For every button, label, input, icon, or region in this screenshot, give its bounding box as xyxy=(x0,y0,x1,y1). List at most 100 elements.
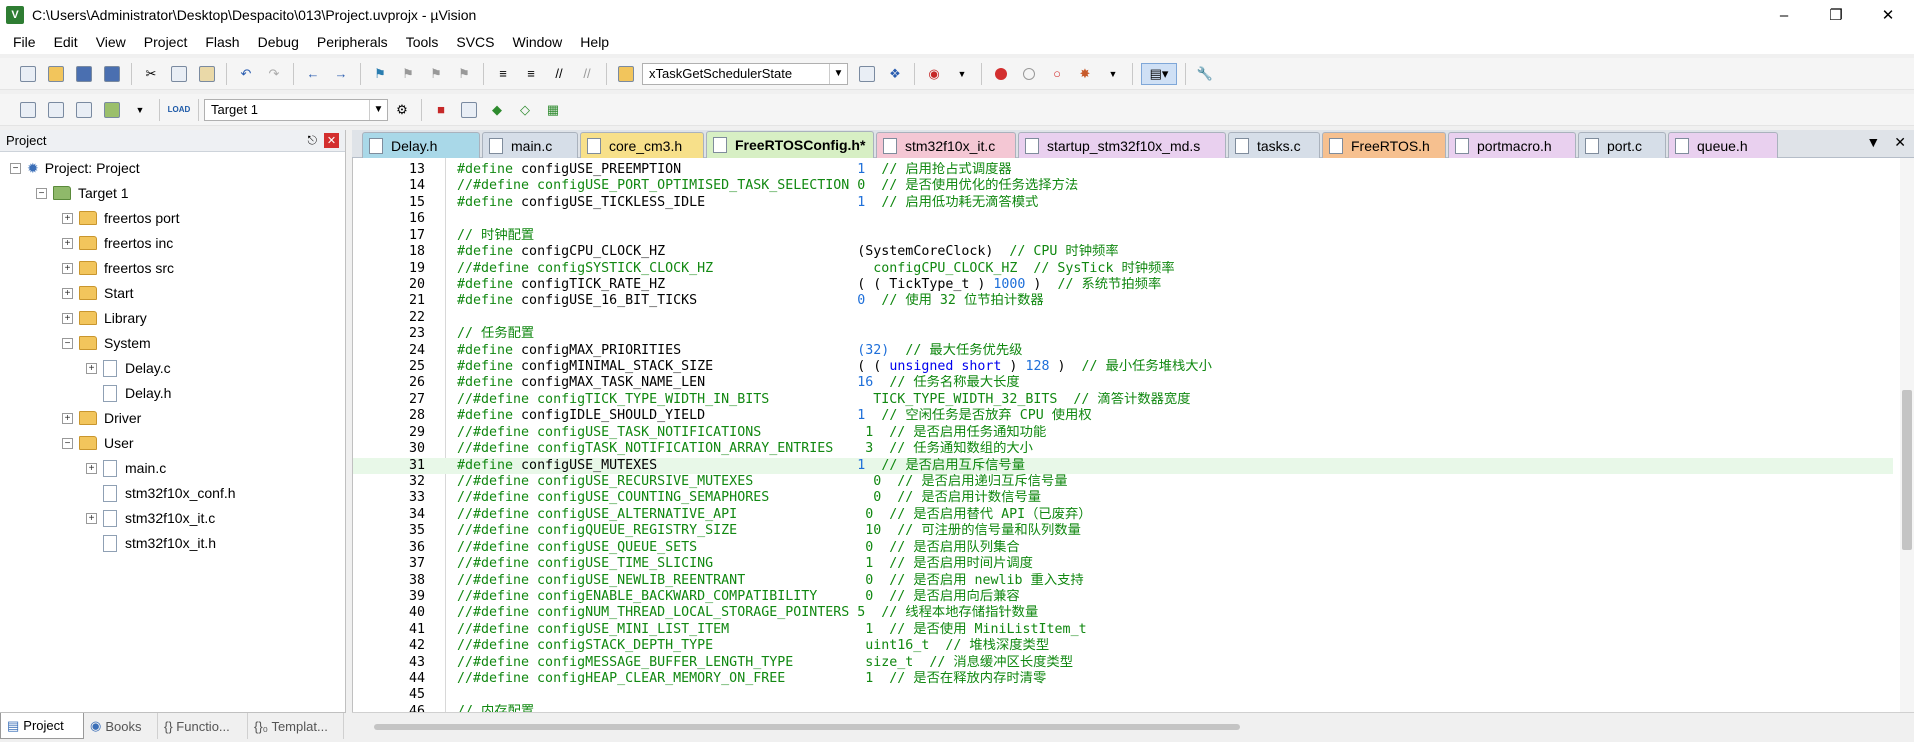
tab-list-dropdown-icon[interactable]: ▼ xyxy=(1866,134,1880,151)
tree-item-start[interactable]: + Start xyxy=(62,281,134,305)
code-text[interactable] xyxy=(457,687,1837,703)
code-text[interactable]: //#define configUSE_TIME_SLICING 1 // 是否… xyxy=(457,556,1837,572)
code-text[interactable] xyxy=(457,211,1837,227)
code-text[interactable]: #define configUSE_PREEMPTION 1 // 启用抢占式调… xyxy=(457,162,1837,178)
tree-item-driver[interactable]: + Driver xyxy=(62,406,141,430)
tree-item-delay-c[interactable]: + Delay.c xyxy=(86,356,171,380)
copy-icon[interactable] xyxy=(168,63,190,85)
vertical-scroll-thumb[interactable] xyxy=(1902,390,1912,550)
close-button[interactable]: ✕ xyxy=(1862,0,1914,30)
code-editor[interactable]: 13 #define configUSE_PREEMPTION 1 // 启用抢占… xyxy=(352,158,1914,719)
code-line[interactable]: 37 //#define configUSE_TIME_SLICING 1 // … xyxy=(353,556,1893,572)
expand-icon[interactable]: + xyxy=(62,237,73,249)
tab-portmacro-h[interactable]: portmacro.h xyxy=(1448,132,1576,158)
close-tab-icon[interactable]: ✕ xyxy=(1894,134,1906,151)
tree-item-user[interactable]: − User xyxy=(62,431,134,455)
tab-freertos-h[interactable]: FreeRTOS.h xyxy=(1322,132,1446,158)
paste-icon[interactable] xyxy=(196,63,218,85)
insert-breakpoint-icon[interactable] xyxy=(990,63,1012,85)
tab-core-cm3-h[interactable]: core_cm3.h xyxy=(580,132,704,158)
undo-icon[interactable]: ↶ xyxy=(235,63,257,85)
code-text[interactable]: //#define configUSE_MINI_LIST_ITEM 1 // … xyxy=(457,622,1837,638)
uvision-app-icon[interactable]: V xyxy=(6,6,24,24)
debug-session-icon[interactable]: ◉ xyxy=(923,63,945,85)
expand-icon[interactable]: + xyxy=(62,412,73,424)
code-text[interactable]: // 时钟配置 xyxy=(457,228,1837,244)
incremental-find-icon[interactable]: ❖ xyxy=(884,63,906,85)
expand-icon[interactable]: + xyxy=(86,462,97,474)
debug-dropdown-icon[interactable]: ▼ xyxy=(951,63,973,85)
code-text[interactable]: //#define configUSE_PORT_OPTIMISED_TASK_… xyxy=(457,178,1837,194)
code-text[interactable]: //#define configQUEUE_REGISTRY_SIZE 10 /… xyxy=(457,523,1837,539)
vertical-scrollbar[interactable] xyxy=(1900,158,1914,712)
code-text[interactable]: //#define configENABLE_BACKWARD_COMPATIB… xyxy=(457,589,1837,605)
code-line[interactable]: 36 //#define configUSE_QUEUE_SETS 0 // 是否… xyxy=(353,540,1893,556)
indent-icon[interactable]: ≡ xyxy=(492,63,514,85)
tree-item-main-c[interactable]: + main.c xyxy=(86,456,166,480)
expand-icon[interactable]: + xyxy=(86,362,97,374)
tab-freertosconfig-h[interactable]: FreeRTOSConfig.h* xyxy=(706,131,874,158)
code-text[interactable]: //#define configSTACK_DEPTH_TYPE uint16_… xyxy=(457,638,1837,654)
enable-breakpoint-icon[interactable] xyxy=(1018,63,1040,85)
tab-startup-s[interactable]: startup_stm32f10x_md.s xyxy=(1018,132,1226,158)
tab-port-c[interactable]: port.c xyxy=(1578,132,1666,158)
code-line[interactable]: 27 //#define configTICK_TYPE_WIDTH_IN_BIT… xyxy=(353,392,1893,408)
manage-project-icon[interactable]: ■ xyxy=(430,99,452,121)
find-icon[interactable] xyxy=(856,63,878,85)
code-text[interactable]: //#define configTICK_TYPE_WIDTH_IN_BITS … xyxy=(457,392,1837,408)
tab-project[interactable]: ▤ Project xyxy=(0,713,84,739)
code-line[interactable]: 21 #define configUSE_16_BIT_TICKS 0 // 使用… xyxy=(353,293,1893,309)
cut-icon[interactable]: ✂ xyxy=(140,63,162,85)
navigate-back-icon[interactable]: ← xyxy=(302,63,324,85)
kill-breakpoints-icon[interactable]: ✸ xyxy=(1074,63,1096,85)
maximize-button[interactable]: ❐ xyxy=(1810,0,1862,30)
tree-item-stm32f10x-it-h[interactable]: stm32f10x_it.h xyxy=(103,531,216,555)
code-text[interactable]: //#define configUSE_COUNTING_SEMAPHORES … xyxy=(457,490,1837,506)
breakpoint-dropdown-icon[interactable]: ▼ xyxy=(1102,63,1124,85)
code-text[interactable]: //#define configUSE_NEWLIB_REENTRANT 0 /… xyxy=(457,573,1837,589)
find-in-files-icon[interactable] xyxy=(615,63,637,85)
code-text[interactable]: #define configMAX_PRIORITIES (32) // 最大任… xyxy=(457,343,1837,359)
chevron-down-icon[interactable]: ▼ xyxy=(829,63,847,84)
tree-item-freertos-port[interactable]: + freertos port xyxy=(62,206,179,230)
minimize-button[interactable]: – xyxy=(1758,0,1810,30)
manage-pack-icon[interactable]: ◆ xyxy=(486,99,508,121)
prev-bookmark-icon[interactable]: ⚑ xyxy=(397,63,419,85)
expand-icon[interactable]: + xyxy=(62,312,73,324)
batch-dropdown-icon[interactable]: ▼ xyxy=(129,99,151,121)
code-line[interactable]: 31 #define configUSE_MUTEXES 1 // 是否启用互斥信… xyxy=(353,457,1893,474)
code-text[interactable]: //#define configNUM_THREAD_LOCAL_STORAGE… xyxy=(457,605,1837,621)
code-line[interactable]: 23 // 任务配置 xyxy=(353,326,1893,342)
menu-project[interactable]: Project xyxy=(135,30,197,54)
code-line[interactable]: 18 #define configCPU_CLOCK_HZ (SystemCore… xyxy=(353,244,1893,260)
tree-item-project-root[interactable]: − ✹ Project: Project xyxy=(10,156,140,180)
tab-delay-h[interactable]: Delay.h xyxy=(362,132,480,158)
collapse-icon[interactable]: − xyxy=(36,187,47,199)
new-file-icon[interactable] xyxy=(17,63,39,85)
code-text[interactable]: #define configUSE_MUTEXES 1 // 是否启用互斥信号量 xyxy=(457,458,1837,474)
menu-svcs[interactable]: SVCS xyxy=(447,30,503,54)
code-line[interactable]: 41 //#define configUSE_MINI_LIST_ITEM 1 /… xyxy=(353,622,1893,638)
manage-books-icon[interactable] xyxy=(458,99,480,121)
code-line[interactable]: 38 //#define configUSE_NEWLIB_REENTRANT 0… xyxy=(353,573,1893,589)
code-text[interactable]: //#define configHEAP_CLEAR_MEMORY_ON_FRE… xyxy=(457,671,1837,687)
tree-item-freertos-inc[interactable]: + freertos inc xyxy=(62,231,173,255)
code-line[interactable]: 30 //#define configTASK_NOTIFICATION_ARRA… xyxy=(353,441,1893,457)
tree-item-library[interactable]: + Library xyxy=(62,306,147,330)
tree-item-freertos-src[interactable]: + freertos src xyxy=(62,256,174,280)
menu-window[interactable]: Window xyxy=(504,30,572,54)
window-layout-icon[interactable]: ▤▾ xyxy=(1141,62,1177,85)
menu-file[interactable]: File xyxy=(4,30,45,54)
expand-icon[interactable]: + xyxy=(86,512,97,524)
code-text[interactable]: //#define configTASK_NOTIFICATION_ARRAY_… xyxy=(457,441,1837,457)
close-panel-icon[interactable]: ✕ xyxy=(324,133,339,148)
expand-icon[interactable]: + xyxy=(62,262,73,274)
rebuild-icon[interactable] xyxy=(73,99,95,121)
tab-tasks-c[interactable]: tasks.c xyxy=(1228,132,1320,158)
code-line[interactable]: 15 #define configUSE_TICKLESS_IDLE 1 // 启… xyxy=(353,195,1893,211)
target-combo[interactable]: Target 1 ▼ xyxy=(204,98,388,121)
code-text[interactable]: //#define configUSE_ALTERNATIVE_API 0 //… xyxy=(457,507,1837,523)
code-line[interactable]: 32 //#define configUSE_RECURSIVE_MUTEXES … xyxy=(353,474,1893,490)
code-text[interactable]: #define configMINIMAL_STACK_SIZE ( ( uns… xyxy=(457,359,1837,375)
tab-main-c[interactable]: main.c xyxy=(482,132,578,158)
